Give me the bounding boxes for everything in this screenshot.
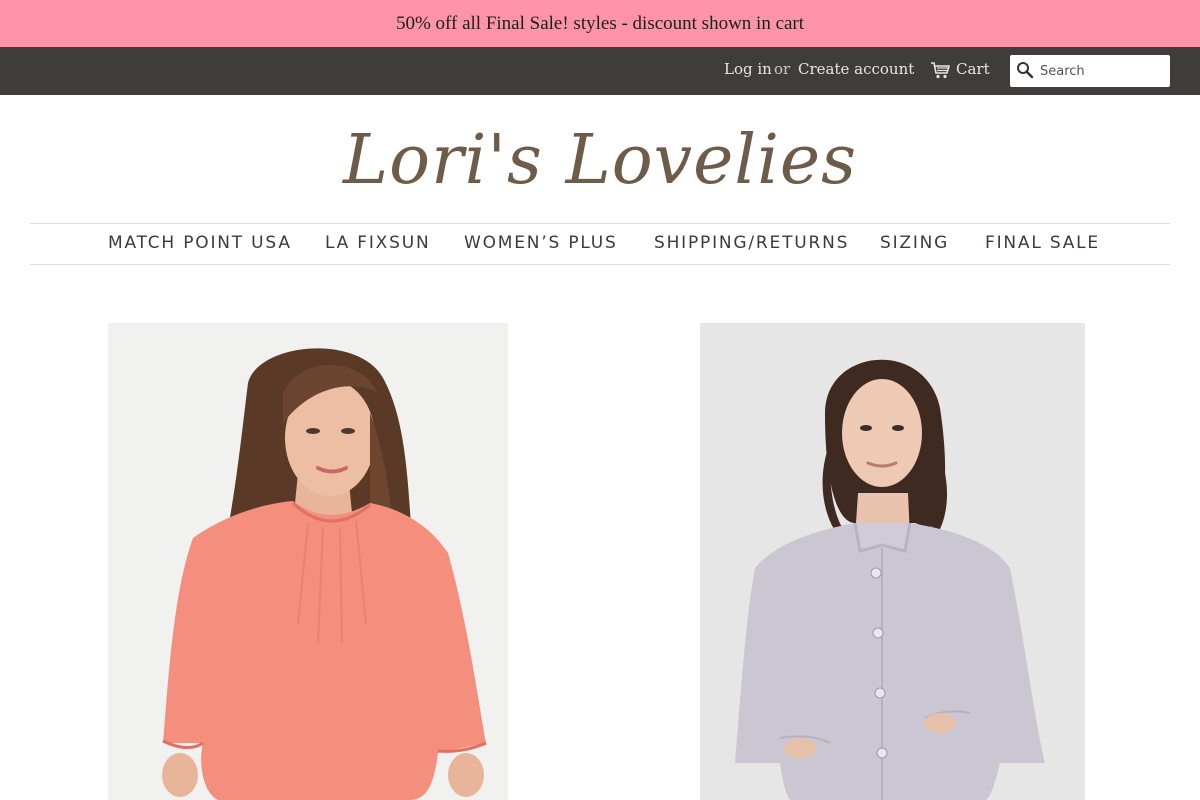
announcement-text: 50% off all Final Sale! styles - discoun…: [395, 12, 805, 34]
product-card-1[interactable]: [108, 323, 508, 800]
nav-item-la-fixsun[interactable]: LA FIXSUN: [325, 233, 430, 253]
main-navigation: MATCH POINT USA LA FIXSUN WOMEN’S PLUS S…: [30, 223, 1170, 265]
nav-item-sizing[interactable]: SIZING: [880, 233, 949, 253]
cart-link[interactable]: Cart: [956, 60, 990, 78]
search-input[interactable]: [1040, 60, 1164, 82]
search-box: [1010, 55, 1170, 87]
product-image-grey-jacket[interactable]: [700, 323, 1085, 800]
create-account-link[interactable]: Create account: [798, 60, 914, 78]
login-link[interactable]: Log in: [724, 60, 772, 78]
site-logo[interactable]: Lori's Lovelies: [0, 110, 1200, 210]
nav-item-shipping-returns[interactable]: SHIPPING/RETURNS: [654, 233, 849, 253]
search-icon[interactable]: [1016, 61, 1034, 79]
product-image-coral-top[interactable]: [108, 323, 508, 800]
nav-item-final-sale[interactable]: FINAL SALE: [985, 233, 1100, 253]
logo-text: Lori's Lovelies: [343, 120, 857, 200]
cart-icon[interactable]: [930, 61, 950, 79]
nav-item-womens-plus[interactable]: WOMEN’S PLUS: [464, 233, 618, 253]
product-card-2[interactable]: [700, 323, 1085, 800]
top-utility-bar: Log in or Create account Cart: [0, 47, 1200, 95]
announcement-bar: 50% off all Final Sale! styles - discoun…: [0, 0, 1200, 47]
nav-item-match-point-usa[interactable]: MATCH POINT USA: [108, 233, 292, 253]
or-separator: or: [774, 60, 791, 78]
